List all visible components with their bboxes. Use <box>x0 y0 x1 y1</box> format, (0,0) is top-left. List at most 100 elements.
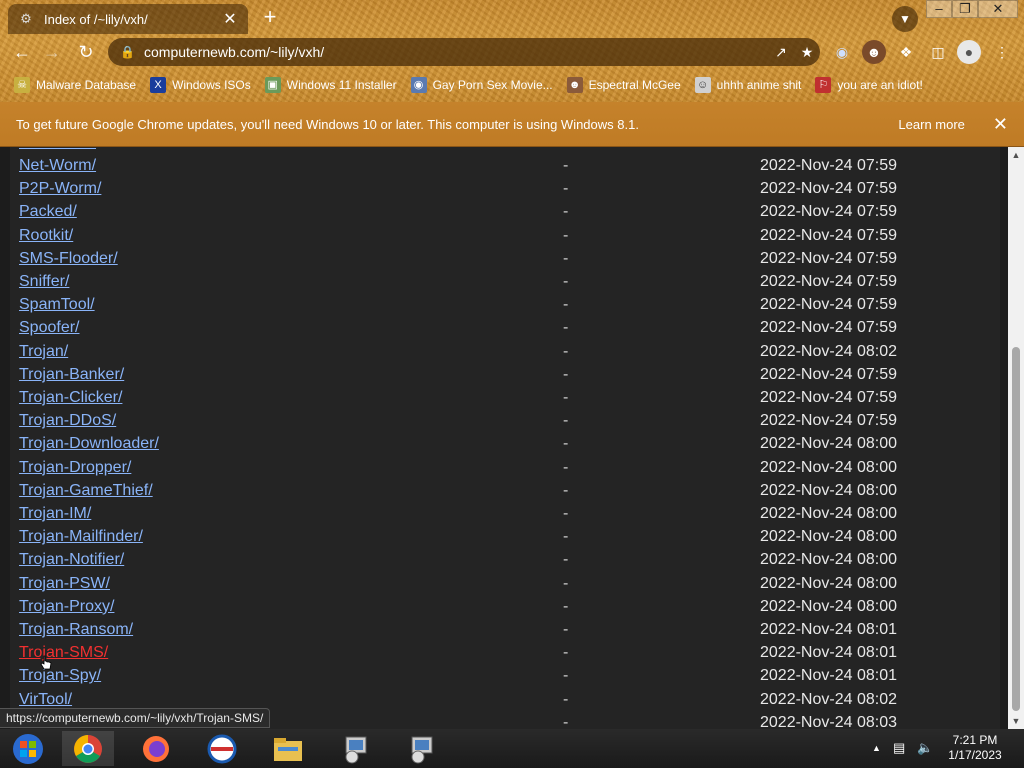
url-text[interactable]: computernewb.com/~lily/vxh/ <box>144 44 768 60</box>
restore-button[interactable]: ❐ <box>952 0 978 18</box>
directory-link[interactable]: SpamTool/ <box>19 296 95 314</box>
flag-icon: ⚐ <box>815 77 832 93</box>
page-favicon-icon: ⚙ <box>20 11 32 26</box>
table-row: Trojan/ - 2022-Nov-24 08:02 <box>19 343 989 366</box>
directory-link[interactable]: SMS-Flooder/ <box>19 250 118 268</box>
malware-icon: ☠ <box>14 77 30 93</box>
scrollbar-thumb[interactable] <box>1012 347 1020 711</box>
system-clock[interactable]: 7:21 PM 1/17/2023 <box>942 733 1008 763</box>
row-date: 2022-Nov-24 07:59 <box>760 157 897 174</box>
extension-flag-icon[interactable]: ◉ <box>830 40 854 64</box>
directory-link[interactable]: Packed/ <box>19 203 77 221</box>
directory-link[interactable]: Trojan-Spy/ <box>19 667 101 685</box>
clock-date: 1/17/2023 <box>948 748 1002 762</box>
extension-avatar-icon[interactable]: ☻ <box>862 40 886 64</box>
taskbar-file-explorer[interactable] <box>262 731 314 766</box>
infobar-close-icon[interactable]: ✕ <box>993 114 1008 135</box>
row-date: 2022-Nov-24 07:59 <box>760 273 897 290</box>
bookmark-label: you are an idiot! <box>837 78 923 92</box>
directory-link[interactable]: Rootkit/ <box>19 227 73 245</box>
scroll-up-icon[interactable]: ▲ <box>1008 147 1024 163</box>
tab-close-icon[interactable]: ✕ <box>222 9 238 29</box>
bookmark-windows-11-installer[interactable]: ▣ Windows 11 Installer <box>264 77 397 93</box>
directory-link[interactable]: Trojan-Downloader/ <box>19 435 159 453</box>
side-panel-icon[interactable]: ◫ <box>926 40 950 64</box>
address-bar[interactable]: 🔒 computernewb.com/~lily/vxh/ ↗ ★ <box>108 38 820 66</box>
row-date: 2022-Nov-24 07:59 <box>760 147 897 152</box>
start-button[interactable] <box>2 731 54 766</box>
directory-link[interactable]: Trojan-Dropper/ <box>19 459 131 477</box>
directory-link[interactable]: Trojan-IM/ <box>19 505 91 523</box>
directory-link[interactable]: Trojan-Notifier/ <box>19 551 124 569</box>
bookmark-movie[interactable]: ◉ Gay Porn Sex Movie... <box>410 77 553 93</box>
bookmark-anime[interactable]: ☺ uhhh anime shit <box>694 77 801 93</box>
taskbar-firefox[interactable] <box>130 731 182 766</box>
row-date: 2022-Nov-24 08:00 <box>760 458 897 476</box>
directory-link[interactable]: Trojan-Mailfinder/ <box>19 528 143 546</box>
table-row: Trojan-DDoS/ - 2022-Nov-24 07:59 <box>19 412 989 435</box>
directory-link[interactable]: Spoofer/ <box>19 319 79 337</box>
chrome-menu-icon[interactable]: ⋮ <box>990 40 1014 64</box>
directory-link[interactable]: Trojan/ <box>19 343 68 361</box>
firefox-icon <box>143 735 169 762</box>
page-content: Net-Worm/ 2022-Nov-24 07:59 Net-Worm/ - 20… <box>0 147 1008 729</box>
row-size: - <box>563 226 569 244</box>
image-icon: ▣ <box>264 77 281 93</box>
bookmark-malware-database[interactable]: ☠ Malware Database <box>14 77 136 93</box>
taskbar-installer-2[interactable] <box>396 731 448 766</box>
directory-link[interactable]: Trojan-SMS/ <box>19 644 108 662</box>
tab-search-button[interactable]: ▼ <box>892 6 918 32</box>
directory-link[interactable]: VirTool/ <box>19 691 72 709</box>
volume-icon[interactable]: 🔈 <box>917 740 933 756</box>
taskbar-chrome[interactable] <box>62 731 114 766</box>
reload-button[interactable]: ↻ <box>74 40 98 64</box>
directory-link[interactable]: Trojan-Clicker/ <box>19 389 122 407</box>
lock-icon[interactable]: 🔒 <box>120 45 136 59</box>
forward-button[interactable]: → <box>40 40 64 64</box>
taskbar-opera[interactable] <box>196 731 248 766</box>
avatar-icon: ☻ <box>566 77 583 93</box>
page-scrollbar[interactable]: ▲ ▼ <box>1008 147 1024 729</box>
table-row: Net-Worm/ 2022-Nov-24 07:59 <box>19 147 989 157</box>
scroll-down-icon[interactable]: ▼ <box>1008 713 1024 729</box>
share-icon[interactable]: ↗ <box>768 44 794 61</box>
minimize-button[interactable]: – <box>926 0 952 18</box>
directory-link[interactable]: Net-Worm/ <box>19 147 96 152</box>
directory-link[interactable]: Trojan-GameThief/ <box>19 482 153 500</box>
directory-link[interactable]: Sniffer/ <box>19 273 69 291</box>
row-date: 2022-Nov-24 08:00 <box>760 597 897 615</box>
taskbar-installer-1[interactable] <box>330 731 382 766</box>
bookmark-idiot[interactable]: ⚐ you are an idiot! <box>815 77 923 93</box>
directory-link[interactable]: P2P-Worm/ <box>19 180 101 198</box>
directory-link[interactable]: Net-Worm/ <box>19 157 96 175</box>
directory-link[interactable]: Trojan-Banker/ <box>19 366 124 384</box>
table-row: Trojan-Ransom/ - 2022-Nov-24 08:01 <box>19 621 989 644</box>
directory-link[interactable]: Trojan-Ransom/ <box>19 621 133 639</box>
row-date: 2022-Nov-24 07:59 <box>760 412 897 430</box>
window-close-button[interactable]: ✕ <box>978 0 1018 18</box>
table-row: Sniffer/ - 2022-Nov-24 07:59 <box>19 273 989 296</box>
chrome-icon <box>74 734 102 763</box>
bookmark-espectral-mcgee[interactable]: ☻ Espectral McGee <box>566 77 681 93</box>
learn-more-link[interactable]: Learn more <box>898 117 964 132</box>
show-hidden-icons-icon[interactable]: ▲ <box>872 743 881 753</box>
new-tab-button[interactable]: + <box>258 6 282 30</box>
installer-icon <box>411 736 433 763</box>
row-date: 2022-Nov-24 08:00 <box>760 528 897 546</box>
directory-link[interactable]: Trojan-DDoS/ <box>19 412 116 430</box>
bookmark-windows-isos[interactable]: X Windows ISOs <box>150 77 251 93</box>
table-row: SMS-Flooder/ - 2022-Nov-24 07:59 <box>19 250 989 273</box>
tab-active[interactable]: ⚙ Index of /~lily/vxh/ ✕ <box>8 4 248 34</box>
row-date: 2022-Nov-24 08:01 <box>760 621 897 638</box>
network-icon[interactable]: ▤ <box>893 740 905 756</box>
row-date: 2022-Nov-24 07:59 <box>760 365 897 383</box>
extensions-puzzle-icon[interactable]: ❖ <box>894 40 918 64</box>
directory-link[interactable]: Trojan-Proxy/ <box>19 598 114 616</box>
table-row: Spoofer/ - 2022-Nov-24 07:59 <box>19 319 989 342</box>
directory-link[interactable]: Trojan-PSW/ <box>19 575 110 593</box>
row-date: 2022-Nov-24 07:59 <box>760 180 897 198</box>
table-row: Trojan-GameThief/ - 2022-Nov-24 08:00 <box>19 482 989 505</box>
back-button[interactable]: ← <box>10 40 34 64</box>
profile-icon[interactable]: ● <box>957 40 981 64</box>
bookmark-star-icon[interactable]: ★ <box>794 44 820 61</box>
